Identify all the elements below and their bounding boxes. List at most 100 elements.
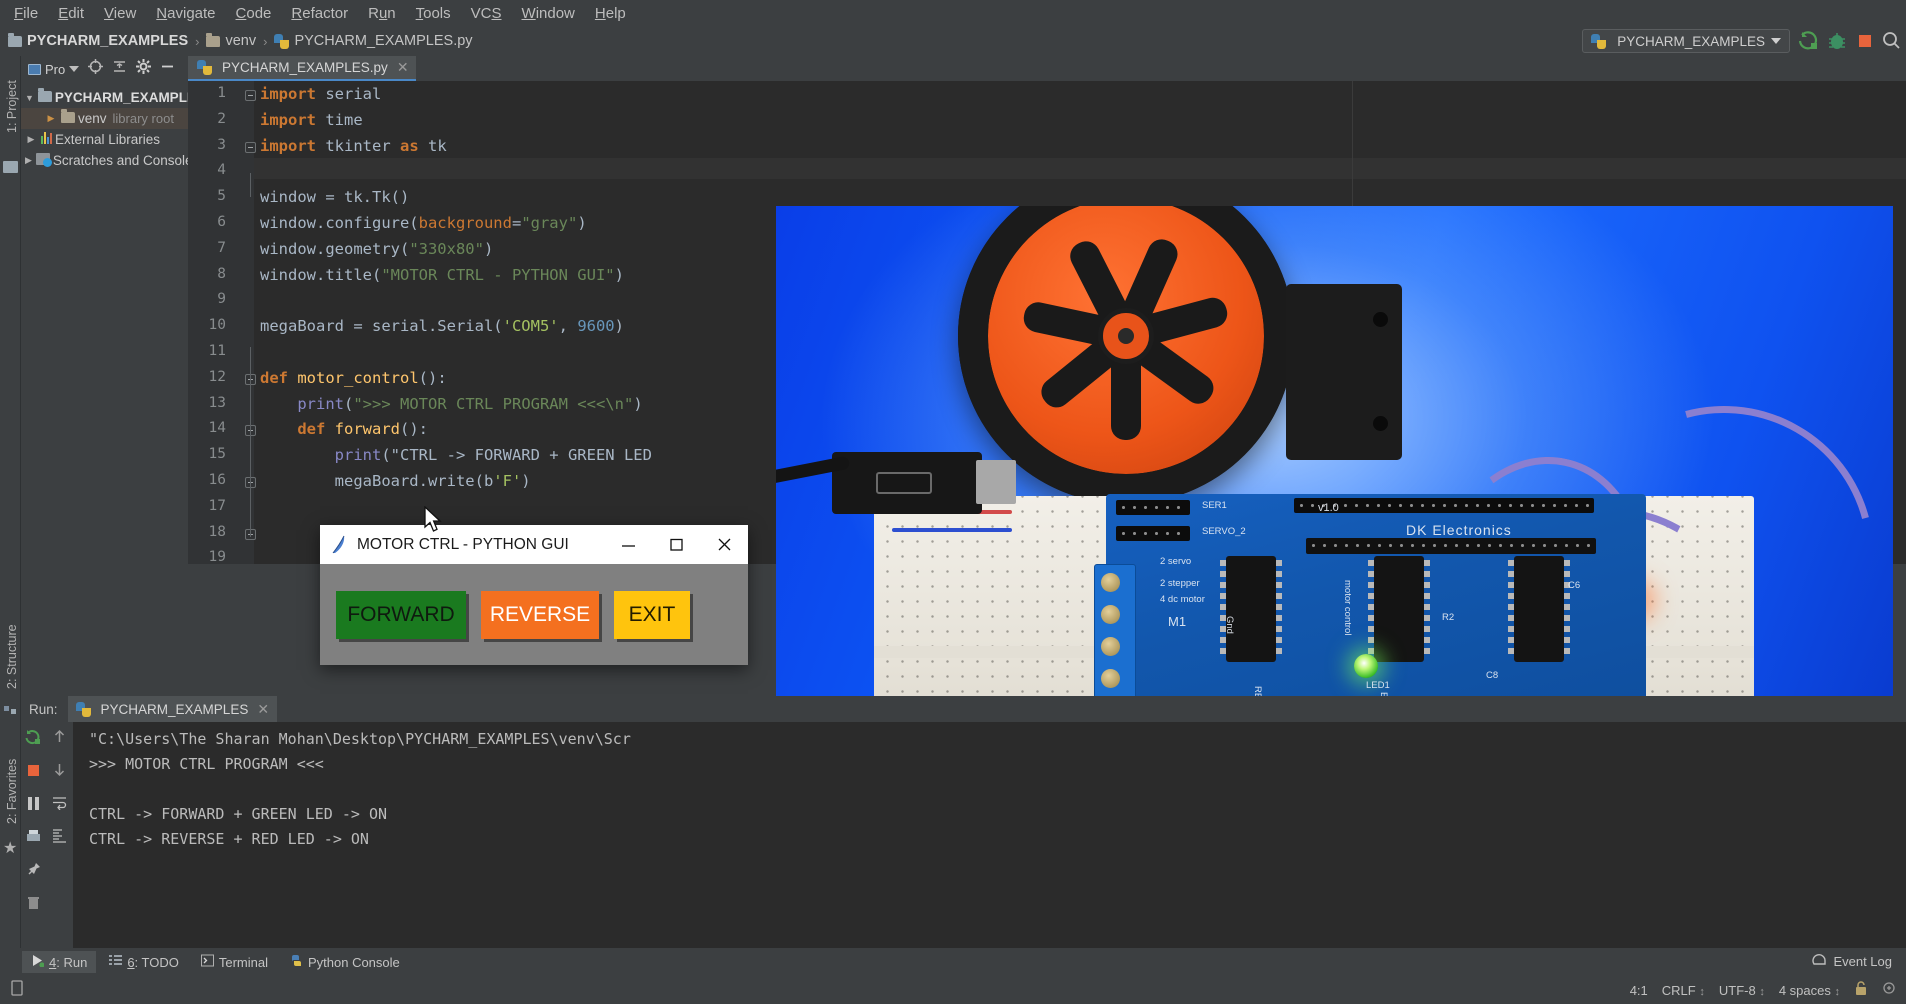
tree-item-label: Scratches and Consoles (52, 153, 200, 168)
breadcrumb-item-file[interactable]: PYCHARM_EXAMPLES.py (274, 33, 473, 49)
trash-icon[interactable] (25, 894, 42, 916)
close-button[interactable] (700, 525, 748, 564)
close-icon[interactable]: ✕ (397, 59, 409, 76)
chevron-right-icon[interactable]: ▶ (25, 155, 32, 166)
down-arrow-icon[interactable] (52, 762, 67, 782)
driver-chip (1368, 556, 1430, 662)
minimize-icon[interactable] (160, 59, 175, 79)
debug-button[interactable] (1826, 30, 1848, 52)
event-log-button[interactable]: Event Log (1812, 952, 1892, 970)
menu-item-edit[interactable]: Edit (48, 3, 94, 24)
folder-icon (206, 32, 221, 47)
breadcrumb-label: venv (225, 33, 257, 49)
menu-item-vcs[interactable]: VCS (461, 3, 512, 24)
status-bar-right: 4:1 CRLF ↕ UTF-8 ↕ 4 spaces ↕ (1630, 981, 1906, 999)
terminal-icon (200, 954, 214, 970)
encoding-selector[interactable]: UTF-8 ↕ (1719, 983, 1765, 998)
chevron-right-icon[interactable]: ▶ (45, 113, 57, 124)
menu-item-help[interactable]: Help (585, 3, 636, 24)
tree-item-scratches-and-consoles[interactable]: ▶ Scratches and Consoles (21, 150, 199, 171)
scroll-to-end-icon[interactable] (52, 828, 67, 848)
stop-button[interactable] (1854, 30, 1876, 52)
run-button[interactable] (1798, 30, 1820, 52)
memory-icon[interactable] (0, 979, 24, 1001)
pcb-label: 2 stepper (1160, 578, 1200, 589)
editor-tab-pycharm-examples[interactable]: PYCHARM_EXAMPLES.py ✕ (188, 56, 416, 81)
maximize-button[interactable] (652, 525, 700, 564)
target-icon[interactable] (88, 59, 104, 79)
chevron-down-icon[interactable] (69, 66, 80, 72)
strip-structure[interactable]: 2: Structure (5, 624, 19, 689)
line-number: 13 (208, 394, 226, 411)
pause-icon[interactable] (25, 795, 42, 817)
tool-window-terminal[interactable]: Terminal (192, 951, 277, 973)
run-tab[interactable]: PYCHARM_EXAMPLES ✕ (67, 696, 278, 722)
line-separator-selector[interactable]: CRLF ↕ (1662, 983, 1705, 998)
menu-item-code[interactable]: Code (226, 3, 282, 24)
menu-item-run[interactable]: Run (358, 3, 406, 24)
rerun-icon[interactable] (25, 729, 42, 751)
usb-logo-icon (876, 472, 932, 494)
tool-window-python-console[interactable]: Python Console (281, 951, 409, 973)
menu-item-window[interactable]: Window (512, 3, 585, 24)
tk-window-body: FORWARD REVERSE EXIT (320, 564, 748, 665)
code-line: window.title("MOTOR CTRL - PYTHON GUI") (260, 265, 624, 284)
chevron-down-icon[interactable] (1771, 38, 1781, 44)
indent-selector[interactable]: 4 spaces ↕ (1779, 983, 1840, 998)
inspection-icon[interactable] (1882, 981, 1896, 999)
line-number: 17 (208, 497, 226, 514)
exit-button[interactable]: EXIT (614, 590, 690, 639)
up-arrow-icon[interactable] (52, 729, 67, 749)
menu-item-navigate[interactable]: Navigate (146, 3, 225, 24)
close-icon[interactable]: ✕ (257, 701, 269, 718)
print-icon[interactable] (25, 828, 42, 850)
tree-item-sublabel: library root (112, 111, 174, 126)
breadcrumb-item-venv[interactable]: venv (206, 32, 257, 49)
run-tool-window: Run: PYCHARM_EXAMPLES ✕ "C:\Users\The Sh… (21, 696, 1906, 948)
menu-item-tools[interactable]: Tools (406, 3, 461, 24)
menu-item-view[interactable]: View (94, 3, 146, 24)
caret-position[interactable]: 4:1 (1630, 983, 1648, 998)
line-number: 18 (208, 523, 226, 540)
tool-window-6-todo[interactable]: 6: TODO (100, 951, 188, 973)
soft-wrap-icon[interactable] (52, 795, 67, 815)
minimize-button[interactable] (604, 525, 652, 564)
run-console-output[interactable]: "C:\Users\The Sharan Mohan\Desktop\PYCHA… (73, 722, 1906, 948)
search-icon[interactable] (1880, 30, 1902, 52)
chevron-right-icon[interactable]: ▶ (25, 134, 37, 145)
menu-item-file[interactable]: File (4, 3, 48, 24)
tree-item-venv[interactable]: ▶ venv library root (21, 108, 188, 129)
project-tab[interactable]: Pro (28, 61, 80, 77)
menu-bar: File Edit View Navigate Code Refactor Run Tools… (0, 0, 1906, 26)
tk-title-bar[interactable]: MOTOR CTRL - PYTHON GUI (320, 525, 748, 564)
forward-button[interactable]: FORWARD (336, 590, 466, 639)
structure-icon (4, 704, 17, 722)
python-file-icon (274, 33, 290, 49)
tkinter-gui-window[interactable]: MOTOR CTRL - PYTHON GUI FORWARD REVERSE … (320, 525, 748, 665)
line-number: 14 (208, 420, 226, 437)
strip-favorites[interactable]: 2: Favorites (5, 759, 19, 824)
project-tab-label: Pro (45, 61, 66, 77)
settings-gear-icon[interactable] (136, 59, 152, 79)
tool-window-4-run[interactable]: 4: Run (22, 951, 97, 973)
reverse-button[interactable]: REVERSE (481, 590, 599, 639)
tree-item-pycharm-examples[interactable]: ▼ PYCHARM_EXAMPLES (21, 87, 205, 108)
breadcrumb-item-project[interactable]: PYCHARM_EXAMPLES (8, 32, 188, 49)
menu-item-refactor[interactable]: Refactor (281, 3, 358, 24)
lock-icon[interactable] (1854, 981, 1868, 999)
code-line: print("CTRL -> FORWARD + GREEN LED (334, 446, 652, 465)
editor-gutter[interactable]: 1234567891011121314151617181920212223 (188, 81, 256, 564)
pin-icon[interactable] (25, 861, 42, 883)
mouse-cursor (424, 505, 443, 538)
code-line: megaBoard = serial.Serial('COM5', 9600) (260, 317, 624, 336)
collapse-all-icon[interactable] (112, 59, 127, 79)
strip-project[interactable]: 1: Project (5, 80, 19, 133)
scratches-icon (35, 153, 52, 168)
run-toolbar-nav (46, 722, 73, 948)
python-file-icon (197, 60, 212, 75)
tree-item-external-libraries[interactable]: ▶ External Libraries (21, 129, 188, 150)
pcb-label: SERVO_2 (1202, 526, 1246, 537)
chevron-down-icon[interactable]: ▼ (25, 93, 34, 103)
stop-icon[interactable] (25, 762, 42, 784)
run-configuration-selector[interactable]: PYCHARM_EXAMPLES (1582, 29, 1790, 53)
